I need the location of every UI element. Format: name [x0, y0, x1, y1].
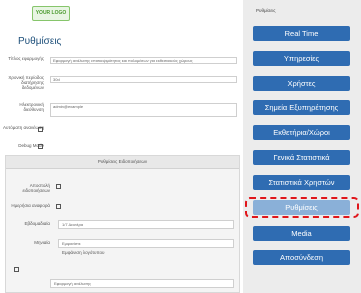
field-label: Τίτλος εφαρμογής [8, 56, 44, 61]
nav-item-general-stats[interactable]: Γενικά Στατιστικά [253, 150, 350, 165]
debug-checkbox[interactable] [38, 144, 43, 149]
app-title-input[interactable]: Εφαρμογή ανάλυσης επισκεψιμότητας και πο… [50, 57, 237, 64]
bottom-input[interactable]: Εφαρμογή ανάλυσης [50, 279, 234, 288]
field-label: Αποστολή ειδοποιήσεων [22, 183, 50, 193]
sidebar: Ρυθμίσεις Real Time Υπηρεσίες Χρήστες Ση… [243, 0, 361, 293]
sidebar-title: Ρυθμίσεις [256, 8, 276, 13]
nav-item-user-stats[interactable]: Στατιστικά Χρηστών [253, 175, 350, 190]
main-content: YOUR LOGO Ρυθμίσεις Τίτλος εφαρμογής Εφα… [0, 0, 243, 293]
nav-item-logout[interactable]: Αποσύνδεση [253, 250, 350, 265]
nav-item-exhibits[interactable]: Εκθετήρια/Χώροι [253, 125, 350, 140]
send-notifications-checkbox[interactable] [56, 184, 61, 189]
show-logo-checkbox[interactable] [14, 267, 19, 272]
field-label: Εβδομαδιαία [24, 221, 51, 226]
email-field[interactable]: admin@example [50, 103, 237, 117]
logo: YOUR LOGO [32, 6, 70, 21]
nav-item-real-time[interactable]: Real Time [253, 26, 350, 41]
weekly-input[interactable]: 1/7 Δευτέρα [58, 220, 234, 229]
field-label: Ηλεκτρονική διεύθυνση [19, 102, 44, 112]
focus-highlight [245, 197, 359, 218]
field-label: Χρονική περίοδος διατήρησης δεδομένων [8, 75, 44, 90]
panel-title: Ρυθμίσεις Ειδοποιήσεων [6, 156, 239, 169]
nav-item-media[interactable]: Media [253, 226, 350, 241]
page-title: Ρυθμίσεις [18, 36, 62, 47]
logo-option-label: Εμφάνιση λογότυπου [62, 250, 105, 255]
nav-item-users[interactable]: Χρήστες [253, 76, 350, 91]
nav-item-service-points[interactable]: Σημεία Εξυπηρέτησης [253, 100, 350, 115]
notifications-panel: Ρυθμίσεις Ειδοποιήσεων Αποστολή ειδοποιή… [5, 155, 240, 293]
field-label: Ημερήσια αναφορά [11, 203, 50, 208]
nav-item-services[interactable]: Υπηρεσίες [253, 51, 350, 66]
field-label: Μηνιαία [34, 240, 50, 245]
daily-report-checkbox[interactable] [56, 204, 61, 209]
monthly-input[interactable]: Εμφανίστε [58, 239, 234, 248]
auto-refresh-checkbox[interactable] [38, 127, 43, 132]
retention-input[interactable]: 30d [50, 76, 237, 83]
